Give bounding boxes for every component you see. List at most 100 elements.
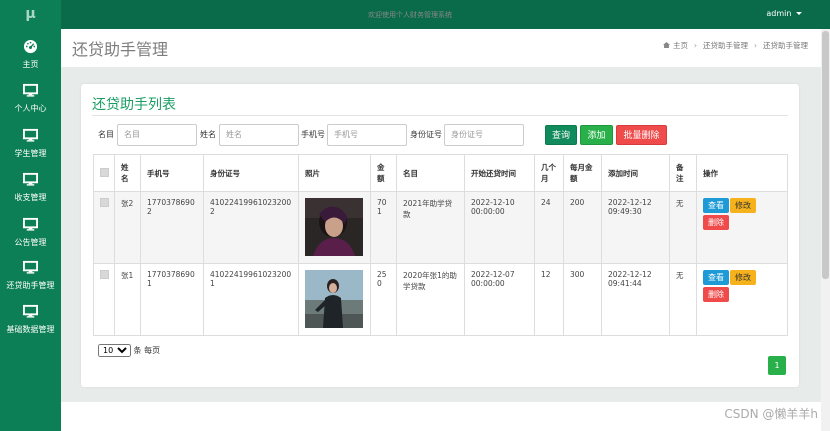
edit-button[interactable]: 修改 bbox=[730, 198, 756, 213]
column-header: 备注 bbox=[669, 154, 697, 192]
footer-text: 欢迎使用个人财务管理系统 bbox=[368, 11, 452, 19]
cell-add-time: 2022-12-12 09:41:44 bbox=[601, 263, 670, 336]
home-icon bbox=[663, 42, 670, 48]
monitor-icon bbox=[23, 128, 38, 142]
sidebar-item-label: 基础数据管理 bbox=[6, 325, 55, 334]
sidebar-item-loan-assistant[interactable]: 还贷助手管理 bbox=[0, 254, 61, 298]
scrollbar-thumb[interactable] bbox=[822, 31, 829, 279]
page-size-control: 10 条 每页 bbox=[98, 344, 160, 357]
sidebar-item-label: 还贷助手管理 bbox=[6, 281, 55, 290]
footer bbox=[61, 402, 821, 431]
delete-button[interactable]: 删除 bbox=[703, 215, 729, 230]
sidebar-item-label: 收支管理 bbox=[14, 193, 47, 202]
column-header: 开始还贷时间 bbox=[464, 154, 535, 192]
row-checkbox-cell[interactable] bbox=[93, 263, 115, 336]
cell-monthly-amount: 200 bbox=[563, 191, 602, 264]
cell-id-card: 410224199610232002 bbox=[203, 191, 299, 264]
watermark: CSDN @懒羊羊h bbox=[724, 407, 818, 421]
breadcrumb-item[interactable]: 还贷助手管理 bbox=[703, 41, 748, 50]
sidebar-item-label: 公告管理 bbox=[14, 238, 47, 247]
cell-months: 12 bbox=[534, 263, 564, 336]
sidebar-item-personal-center[interactable]: 个人中心 bbox=[0, 77, 61, 121]
sidebar-item-label: 学生管理 bbox=[14, 149, 47, 158]
cell-name: 张1 bbox=[114, 263, 141, 336]
cell-add-time: 2022-12-12 09:49:30 bbox=[601, 191, 670, 264]
page-header: 还贷助手管理 主页 › 还贷助手管理 › 还贷助手管理 bbox=[61, 29, 821, 67]
divider bbox=[92, 115, 788, 116]
sidebar-item-announcements[interactable]: 公告管理 bbox=[0, 211, 61, 255]
loan-table: 姓名 手机号 身份证号 照片 金额 名目 开始还贷时间 几个月 每月金额 添加时… bbox=[93, 154, 788, 336]
sidebar-item-label: 主页 bbox=[22, 60, 39, 69]
column-header: 身份证号 bbox=[203, 154, 299, 192]
breadcrumb-separator: › bbox=[754, 41, 757, 50]
table-header-row: 姓名 手机号 身份证号 照片 金额 名目 开始还贷时间 几个月 每月金额 添加时… bbox=[93, 154, 788, 192]
cell-months: 24 bbox=[534, 191, 564, 264]
id-card-search-input[interactable]: 身份证号 bbox=[444, 124, 524, 146]
cell-start-time: 2022-12-07 00:00:00 bbox=[464, 263, 535, 336]
row-checkbox[interactable] bbox=[100, 198, 109, 207]
row-checkbox-cell[interactable] bbox=[93, 191, 115, 264]
vertical-scrollbar[interactable] bbox=[821, 29, 830, 431]
cell-note: 无 bbox=[669, 191, 697, 264]
monitor-icon bbox=[23, 304, 38, 318]
name-search-input[interactable]: 姓名 bbox=[219, 124, 299, 146]
column-header: 几个月 bbox=[534, 154, 564, 192]
cell-item: 2020年张1的助学贷款 bbox=[396, 263, 465, 336]
cell-photo bbox=[298, 263, 371, 336]
column-header: 金额 bbox=[370, 154, 397, 192]
breadcrumb-home[interactable]: 主页 bbox=[673, 41, 688, 50]
page-title: 还贷助手管理 bbox=[72, 40, 169, 59]
cell-name: 张2 bbox=[114, 191, 141, 264]
cell-monthly-amount: 300 bbox=[563, 263, 602, 336]
sidebar-item-label: 个人中心 bbox=[14, 104, 47, 113]
cell-amount: 250 bbox=[370, 263, 397, 336]
view-button[interactable]: 查看 bbox=[703, 270, 729, 285]
person-photo[interactable] bbox=[305, 270, 363, 328]
cell-phone: 17703786902 bbox=[140, 191, 204, 264]
monitor-icon bbox=[23, 260, 38, 274]
cell-actions: 查看 修改 删除 bbox=[696, 191, 788, 264]
dashboard-icon bbox=[23, 39, 38, 54]
cell-note: 无 bbox=[669, 263, 697, 336]
cell-start-time: 2022-12-10 00:00:00 bbox=[464, 191, 535, 264]
column-header: 添加时间 bbox=[601, 154, 670, 192]
sidebar-item-home[interactable]: 主页 bbox=[0, 33, 61, 77]
row-checkbox[interactable] bbox=[100, 270, 109, 279]
sidebar-item-base-data[interactable]: 基础数据管理 bbox=[0, 298, 61, 342]
list-panel: 还贷助手列表 名目 名目 姓名 姓名 手机号 手机号 身份证号 身份证号 查询 … bbox=[81, 84, 799, 387]
filter-label-id-card: 身份证号 bbox=[410, 130, 442, 139]
filter-label-item: 名目 bbox=[98, 130, 114, 139]
sidebar-item-students[interactable]: 学生管理 bbox=[0, 122, 61, 166]
phone-search-input[interactable]: 手机号 bbox=[327, 124, 407, 146]
select-all-checkbox-cell[interactable] bbox=[93, 154, 115, 192]
select-all-checkbox[interactable] bbox=[100, 167, 109, 177]
sidebar: 主页 个人中心 学生管理 收支管理 公告管理 还贷助手管理 基础数据管理 bbox=[0, 29, 61, 431]
add-button[interactable]: 添加 bbox=[580, 125, 613, 145]
column-header: 姓名 bbox=[114, 154, 141, 192]
item-search-input[interactable]: 名目 bbox=[117, 124, 197, 146]
edit-button[interactable]: 修改 bbox=[730, 270, 756, 285]
delete-button[interactable]: 删除 bbox=[703, 287, 729, 302]
monitor-icon bbox=[23, 217, 38, 231]
cell-actions: 查看 修改 删除 bbox=[696, 263, 788, 336]
column-header: 名目 bbox=[396, 154, 465, 192]
query-button[interactable]: 查询 bbox=[545, 125, 577, 145]
filter-label-name: 姓名 bbox=[200, 130, 216, 139]
person-photo[interactable] bbox=[305, 198, 363, 256]
column-header: 照片 bbox=[298, 154, 371, 192]
monitor-icon bbox=[23, 83, 38, 97]
sidebar-item-income-expense[interactable]: 收支管理 bbox=[0, 166, 61, 210]
view-button[interactable]: 查看 bbox=[703, 198, 729, 213]
column-header: 操作 bbox=[696, 154, 788, 192]
breadcrumb: 主页 › 还贷助手管理 › 还贷助手管理 bbox=[663, 40, 808, 51]
cell-id-card: 410224199610232001 bbox=[203, 263, 299, 336]
breadcrumb-current: 还贷助手管理 bbox=[763, 41, 808, 50]
column-header: 手机号 bbox=[140, 154, 204, 192]
panel-title: 还贷助手列表 bbox=[92, 97, 176, 113]
cell-photo bbox=[298, 191, 371, 264]
filter-label-phone: 手机号 bbox=[301, 130, 325, 139]
page-size-select[interactable]: 10 bbox=[98, 344, 131, 357]
batch-delete-button[interactable]: 批量删除 bbox=[616, 125, 667, 145]
page-1-button[interactable]: 1 bbox=[768, 356, 786, 375]
cell-item: 2021年助学贷款 bbox=[396, 191, 465, 264]
